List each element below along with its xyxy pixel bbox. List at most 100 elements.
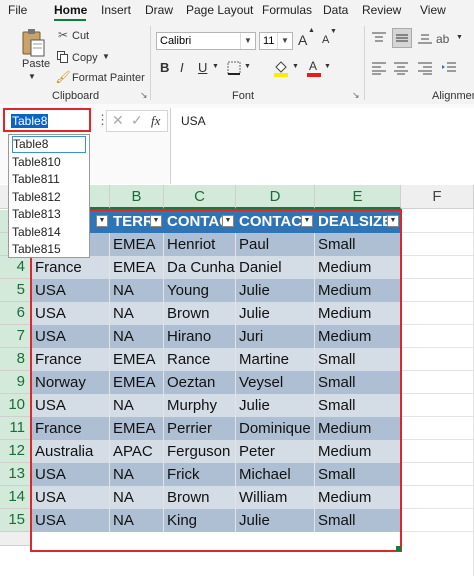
- gridline: [401, 416, 474, 417]
- row-header[interactable]: 8: [0, 348, 32, 371]
- tab-review[interactable]: Review: [362, 3, 401, 17]
- name-list-item[interactable]: Table813: [12, 206, 86, 223]
- gridline: [401, 232, 474, 233]
- tab-draw[interactable]: Draw: [145, 3, 173, 17]
- tab-page-layout[interactable]: Page Layout: [186, 3, 253, 17]
- fill-color-dropdown-icon[interactable]: ▼: [292, 63, 299, 70]
- fill-color-icon[interactable]: [272, 58, 290, 78]
- format-painter-label[interactable]: Format Painter: [72, 72, 145, 84]
- formula-value[interactable]: USA: [181, 114, 206, 128]
- insert-function-icon[interactable]: fx: [151, 113, 160, 129]
- italic-button[interactable]: I: [180, 60, 184, 75]
- gridline: [401, 508, 474, 509]
- format-painter-icon[interactable]: 🖌: [55, 70, 70, 84]
- chevron-down-icon[interactable]: ▼: [240, 33, 255, 49]
- gridline: [401, 393, 474, 394]
- grow-font-caret-icon: ▲: [308, 27, 315, 34]
- font-size-combo[interactable]: 11 ▼: [259, 32, 293, 50]
- tab-home[interactable]: Home: [54, 3, 87, 17]
- gridline: [401, 301, 474, 302]
- underline-button[interactable]: U: [198, 60, 207, 75]
- underline-dropdown-icon[interactable]: ▼: [212, 63, 219, 70]
- formula-buttons: ✕ ✓ fx: [106, 110, 168, 132]
- name-list-item[interactable]: Table815: [12, 241, 86, 258]
- row-header[interactable]: 12: [0, 440, 32, 463]
- row-header[interactable]: 6: [0, 302, 32, 325]
- formula-input[interactable]: USA: [170, 108, 474, 184]
- orientation-icon[interactable]: ab: [436, 32, 449, 46]
- gridline: [401, 347, 474, 348]
- orientation-dropdown-icon[interactable]: ▼: [456, 34, 463, 41]
- paste-icon[interactable]: [18, 28, 48, 58]
- font-color-dropdown-icon[interactable]: ▼: [324, 63, 331, 70]
- column-header-f[interactable]: F: [401, 185, 474, 209]
- paste-label[interactable]: Paste: [22, 58, 50, 70]
- font-size-value: 11: [263, 35, 275, 47]
- copy-dropdown-icon[interactable]: ▼: [102, 52, 110, 61]
- paste-dropdown-icon[interactable]: ▼: [28, 72, 36, 81]
- align-right-icon[interactable]: [416, 60, 434, 76]
- grow-font-icon[interactable]: A: [298, 32, 307, 48]
- row-header[interactable]: 4: [0, 256, 32, 279]
- gridline: [401, 278, 474, 279]
- clipboard-launcher-icon[interactable]: ↘: [140, 90, 148, 101]
- ribbon-separator: [150, 26, 151, 100]
- row-header[interactable]: 5: [0, 279, 32, 302]
- align-left-icon[interactable]: [370, 60, 388, 76]
- align-top-icon[interactable]: [370, 30, 388, 46]
- cancel-icon[interactable]: ✕: [112, 112, 124, 129]
- name-list-item[interactable]: Table814: [12, 224, 86, 241]
- align-bottom-icon[interactable]: [416, 30, 434, 46]
- tab-view[interactable]: View: [420, 3, 446, 17]
- tab-data[interactable]: Data: [323, 3, 348, 17]
- font-name-combo[interactable]: Calibri ▼: [156, 32, 256, 50]
- row-header[interactable]: 10: [0, 394, 32, 417]
- shrink-font-icon[interactable]: A: [322, 34, 329, 46]
- font-name-value: Calibri: [160, 35, 192, 47]
- name-box-value[interactable]: Table8: [11, 114, 49, 128]
- scissors-icon[interactable]: ✂: [56, 28, 70, 42]
- column-header-c[interactable]: C: [164, 185, 236, 209]
- name-list-item[interactable]: Table8: [12, 136, 86, 153]
- row-header[interactable]: 14: [0, 486, 32, 509]
- active-tab-indicator: [54, 19, 86, 21]
- enter-check-icon[interactable]: ✓: [131, 112, 143, 129]
- row-header[interactable]: 11: [0, 417, 32, 440]
- bold-button[interactable]: B: [160, 60, 169, 75]
- indent-icon[interactable]: [440, 60, 458, 76]
- font-color-icon[interactable]: A: [306, 58, 322, 78]
- column-header-d[interactable]: D: [236, 185, 315, 209]
- gridline: [401, 485, 474, 486]
- shrink-font-caret-icon: ▼: [330, 28, 337, 35]
- align-middle-icon[interactable]: [392, 28, 412, 48]
- row-header[interactable]: 7: [0, 325, 32, 348]
- column-header-b[interactable]: B: [110, 185, 164, 209]
- name-list-item[interactable]: Table812: [12, 189, 86, 206]
- cut-label[interactable]: Cut: [72, 30, 89, 42]
- row-header[interactable]: 15: [0, 509, 32, 532]
- copy-icon[interactable]: [56, 50, 70, 64]
- menu-bar: File Home Insert Draw Page Layout Formul…: [0, 0, 474, 22]
- tab-file[interactable]: File: [8, 3, 27, 17]
- chevron-down-icon[interactable]: ▼: [277, 33, 292, 49]
- borders-icon[interactable]: [226, 60, 242, 76]
- svg-text:A: A: [309, 59, 317, 73]
- name-box[interactable]: Table8: [3, 108, 91, 132]
- align-center-icon[interactable]: [392, 60, 410, 76]
- row-header[interactable]: 9: [0, 371, 32, 394]
- name-box-dropdown: Table8 Table810 Table811 Table812 Table813 Ta…: [8, 134, 90, 258]
- borders-dropdown-icon[interactable]: ▼: [244, 63, 251, 70]
- name-list-item[interactable]: Table810: [12, 154, 86, 171]
- fill-handle-icon[interactable]: [396, 546, 401, 551]
- gridline: [401, 439, 474, 440]
- column-header-e[interactable]: E: [315, 185, 401, 209]
- name-list-item[interactable]: Table811: [12, 171, 86, 188]
- copy-label[interactable]: Copy: [72, 52, 98, 64]
- gridline: [401, 324, 474, 325]
- tab-insert[interactable]: Insert: [101, 3, 131, 17]
- row-header[interactable]: 13: [0, 463, 32, 486]
- tab-formulas[interactable]: Formulas: [262, 3, 312, 17]
- gridline: [401, 370, 474, 371]
- row-header[interactable]: [0, 532, 32, 546]
- font-launcher-icon[interactable]: ↘: [352, 90, 360, 101]
